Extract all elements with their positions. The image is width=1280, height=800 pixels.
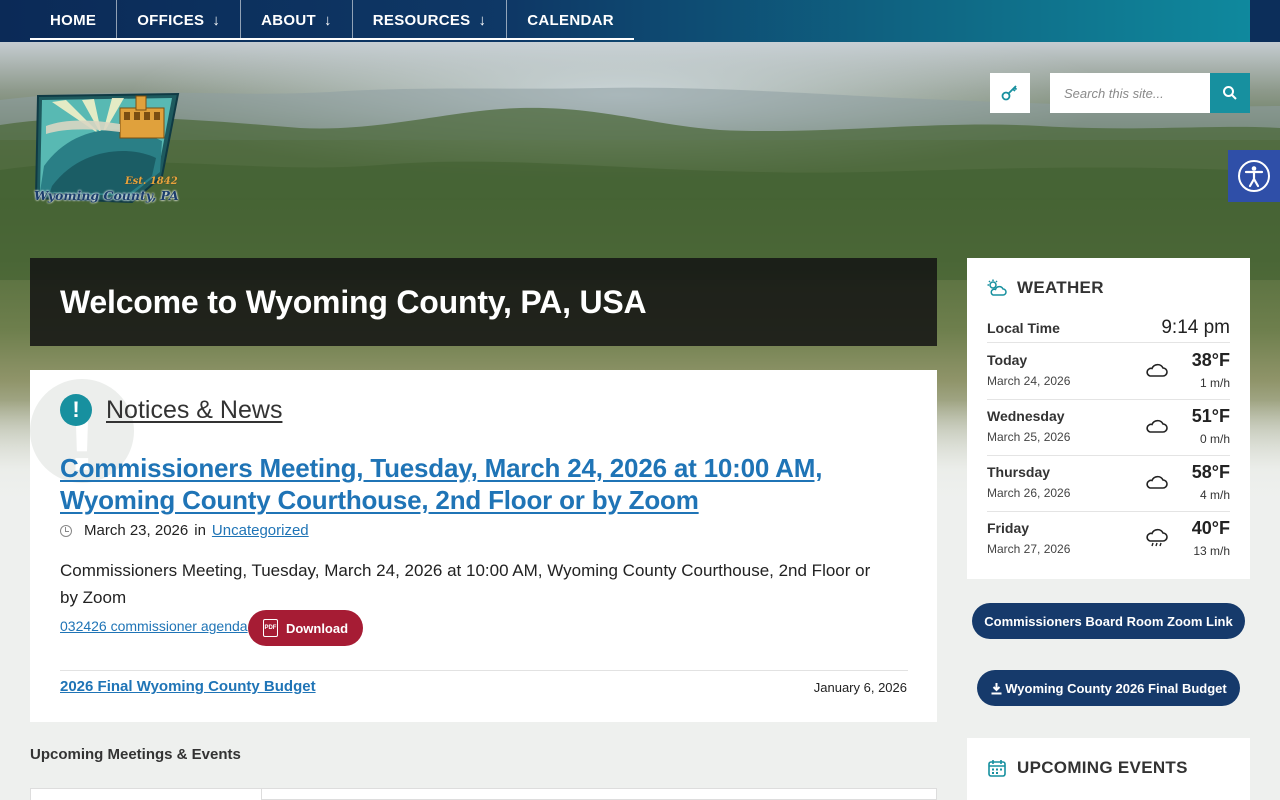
download-icon (991, 682, 1002, 694)
forecast-day: Today (987, 352, 1028, 368)
local-time-row: Local Time 9:14 pm (987, 313, 1230, 343)
nav-label: OFFICES (137, 11, 205, 29)
forecast-wind: 0 m/h (1199, 432, 1230, 446)
zoom-link-label: Commissioners Board Room Zoom Link (984, 613, 1233, 629)
budget-download-button[interactable]: Wyoming County 2026 Final Budget (977, 670, 1240, 706)
forecast-row: Today March 24, 2026 38°F 1 m/h (987, 344, 1230, 400)
search-icon (1223, 86, 1237, 100)
logo-established: Est. 1842 (125, 176, 178, 187)
forecast-row: Wednesday March 25, 2026 51°F 0 m/h (987, 400, 1230, 456)
events-tabs (30, 788, 937, 800)
forecast-temp: 40°F (1191, 518, 1230, 538)
nav-label: RESOURCES (372, 11, 471, 29)
article-category-link[interactable]: Uncategorized (212, 522, 309, 539)
article-date: March 23, 2026 (84, 522, 189, 539)
events-header: UPCOMING EVENTS (987, 758, 1188, 778)
local-time-value: 9:14 pm (1161, 316, 1230, 338)
forecast-row: Friday March 27, 2026 40°F 13 m/h (987, 512, 1230, 568)
article-excerpt: Commissioners Meeting, Tuesday, March 24… (60, 561, 871, 607)
article-in-label: in (194, 522, 206, 539)
nav-label: ABOUT (261, 11, 316, 29)
arrow-down-icon: ↓ (212, 11, 221, 29)
forecast-day: Friday (987, 520, 1030, 536)
download-label: Download (285, 620, 349, 636)
cloud-icon (1146, 475, 1168, 489)
nav-item-calendar[interactable]: CALENDAR (507, 0, 634, 40)
nav-strip-end (1250, 0, 1280, 42)
download-button[interactable]: PDF Download (248, 610, 363, 646)
nav-label: CALENDAR (527, 11, 614, 29)
forecast-wind: 13 m/h (1193, 544, 1230, 558)
budget-post-date: January 6, 2026 (813, 680, 907, 695)
local-time-label: Local Time (987, 319, 1060, 336)
nav-item-home[interactable]: HOME (30, 0, 118, 40)
notices-heading-link[interactable]: Notices & News (106, 396, 282, 425)
nav-item-about[interactable]: ABOUT ↓ (241, 0, 353, 40)
forecast-date: March 25, 2026 (987, 430, 1071, 444)
cloud-icon (1146, 363, 1168, 377)
forecast-date: March 27, 2026 (987, 542, 1071, 556)
forecast-date: March 26, 2026 (987, 486, 1071, 500)
top-navigation: HOME OFFICES ↓ ABOUT ↓ RESOURCES ↓ CALENDAR (0, 0, 1280, 42)
forecast-day: Thursday (987, 464, 1051, 480)
accessibility-button[interactable] (1228, 150, 1280, 202)
forecast-row: Thursday March 26, 2026 58°F 4 m/h (987, 456, 1230, 512)
zoom-link-button[interactable]: Commissioners Board Room Zoom Link (972, 603, 1245, 639)
key-icon (1001, 85, 1018, 101)
upcoming-events-widget: UPCOMING EVENTS (967, 738, 1250, 800)
notices-header: ! Notices & News (60, 394, 282, 426)
events-heading: UPCOMING EVENTS (1017, 758, 1188, 777)
search-button[interactable] (1210, 73, 1250, 113)
arrow-down-icon: ↓ (478, 11, 487, 29)
divider (60, 670, 908, 671)
weather-heading: WEATHER (1017, 278, 1104, 297)
budget-post-link[interactable]: 2026 Final Wyoming County Budget (60, 678, 316, 695)
page-title: Welcome to Wyoming County, PA, USA (60, 283, 647, 320)
calendar-icon (988, 760, 1006, 777)
weather-header: WEATHER (987, 278, 1104, 298)
upcoming-meetings-heading: Upcoming Meetings & Events (30, 746, 241, 763)
welcome-banner: Welcome to Wyoming County, PA, USA (30, 258, 937, 346)
search-input[interactable] (1050, 73, 1210, 113)
forecast-day: Wednesday (987, 408, 1065, 424)
logo-county-name: Wyoming County, PA (34, 188, 179, 203)
forecast-temp: 58°F (1191, 462, 1230, 482)
article-meta: March 23, 2026 in Uncategorized (60, 522, 309, 539)
accessibility-icon (1238, 160, 1270, 192)
nav-bar: HOME OFFICES ↓ ABOUT ↓ RESOURCES ↓ CALENDAR (30, 0, 634, 40)
cloud-icon (1146, 419, 1168, 433)
forecast-temp: 38°F (1191, 350, 1230, 370)
weather-sun-cloud-icon (987, 279, 1007, 296)
nav-item-offices[interactable]: OFFICES ↓ (117, 0, 242, 40)
forecast-date: March 24, 2026 (987, 374, 1071, 388)
budget-download-label: Wyoming County 2026 Final Budget (1005, 680, 1227, 696)
nav-item-resources[interactable]: RESOURCES ↓ (353, 0, 508, 40)
nav-label: HOME (50, 11, 97, 29)
notices-panel: ! ! Notices & News Commissioners Meeting… (30, 370, 937, 722)
rain-cloud-icon (1146, 528, 1168, 547)
weather-widget: WEATHER Local Time 9:14 pm Today March 2… (967, 258, 1250, 579)
forecast-temp: 51°F (1191, 406, 1230, 426)
clock-icon (60, 524, 72, 537)
events-tab-active[interactable] (31, 789, 262, 800)
attachment-link[interactable]: 032426 commissioner agenda (60, 618, 248, 634)
login-button[interactable] (990, 73, 1030, 113)
forecast-wind: 1 m/h (1199, 376, 1230, 390)
arrow-down-icon: ↓ (323, 11, 332, 29)
article-title-link[interactable]: Commissioners Meeting, Tuesday, March 24… (60, 452, 850, 516)
exclamation-icon: ! (60, 394, 92, 426)
forecast-wind: 4 m/h (1199, 488, 1230, 502)
pdf-icon: PDF (262, 619, 278, 637)
